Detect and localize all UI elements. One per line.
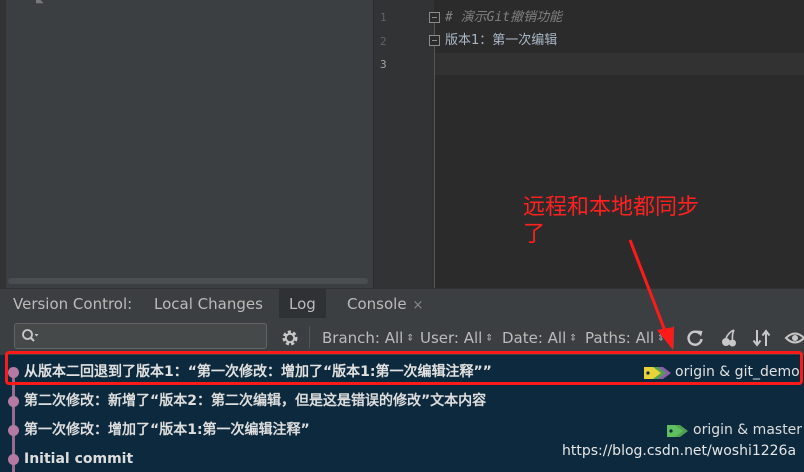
log-toolbar: Branch: All ⇕ User: All ⇕ Date: All ⇕ Pa…: [0, 318, 804, 355]
close-icon[interactable]: ×: [413, 298, 424, 313]
chevron-updown-icon: ⇕: [566, 333, 577, 344]
project-pane: ◣: [0, 0, 373, 288]
fold-end-icon[interactable]: [429, 35, 440, 46]
code-line[interactable]: 版本1：第一次编辑: [445, 30, 557, 52]
commit-node: [8, 425, 19, 436]
toolbar-separator: [309, 326, 310, 348]
line-number: 3: [380, 58, 387, 71]
commit-message: Initial commit: [24, 451, 134, 467]
current-line-highlight: [435, 53, 804, 75]
search-icon[interactable]: [21, 328, 39, 344]
branch-tag-icon: [667, 425, 688, 437]
tree-chevron-icon[interactable]: ◣: [36, 0, 50, 5]
highlight-annotation-box: [5, 351, 803, 385]
commit-row[interactable]: 第一次修改：增加了“版本1:第一次编辑注释” origin & master: [0, 416, 804, 445]
fold-guide: [434, 22, 435, 288]
tab-local-changes[interactable]: Local Changes: [148, 289, 269, 319]
date-filter[interactable]: Date: All ⇕: [502, 328, 577, 348]
commit-row[interactable]: 第二次修改：新增了“版本2：第二次编辑，但是这是错误的修改”文本内容: [0, 387, 804, 416]
search-input[interactable]: [14, 323, 267, 349]
tab-console-label: Console: [347, 295, 407, 313]
tool-window-title: Version Control:: [13, 295, 133, 313]
commit-refs: origin & master: [693, 422, 803, 438]
tool-window-tabs: Version Control: Local Changes Log Conso…: [0, 288, 804, 319]
commit-message: 第一次修改：增加了“版本1:第一次编辑注释”: [24, 422, 310, 438]
sort-icon[interactable]: [751, 327, 773, 349]
tab-console[interactable]: Console ×: [341, 289, 429, 319]
annotation-text: 远程和本地都同步 了: [523, 194, 753, 248]
toolbar-separator: [673, 326, 674, 348]
commit-message: 第二次修改：新增了“版本2：第二次编辑，但是这是错误的修改”文本内容: [24, 393, 487, 409]
annotation-line: 远程和本地都同步: [523, 195, 700, 220]
eye-icon[interactable]: [784, 327, 804, 349]
date-filter-label: Date: All: [502, 329, 567, 347]
refresh-icon[interactable]: [684, 327, 706, 349]
cherry-pick-icon[interactable]: [718, 327, 740, 349]
user-filter[interactable]: User: All ⇕: [420, 328, 493, 348]
branch-filter[interactable]: Branch: All ⇕: [322, 328, 414, 348]
gear-icon[interactable]: [280, 328, 300, 348]
tab-log[interactable]: Log: [279, 289, 326, 319]
annotation-line: 了: [523, 222, 546, 247]
commit-node: [8, 454, 19, 465]
horizontal-scrollbar[interactable]: [8, 278, 368, 284]
editor-gutter: 1 2 3: [374, 0, 434, 288]
paths-filter-label: Paths: All: [585, 329, 655, 347]
branch-filter-label: Branch: All: [322, 329, 404, 347]
chevron-updown-icon: ⇕: [403, 333, 414, 344]
chevron-updown-icon: ⇕: [654, 333, 665, 344]
user-filter-label: User: All: [420, 329, 483, 347]
fold-collapse-icon[interactable]: [429, 12, 440, 23]
commit-node: [8, 396, 19, 407]
line-number: 1: [380, 11, 387, 24]
watermark: https://blog.csdn.net/woshi1226a: [562, 443, 797, 459]
paths-filter[interactable]: Paths: All ⇕: [585, 328, 665, 348]
line-number: 2: [380, 35, 387, 48]
chevron-updown-icon: ⇕: [482, 333, 493, 344]
code-line[interactable]: # 演示Git撤销功能: [445, 7, 562, 29]
project-pane-gutter: [0, 0, 6, 288]
